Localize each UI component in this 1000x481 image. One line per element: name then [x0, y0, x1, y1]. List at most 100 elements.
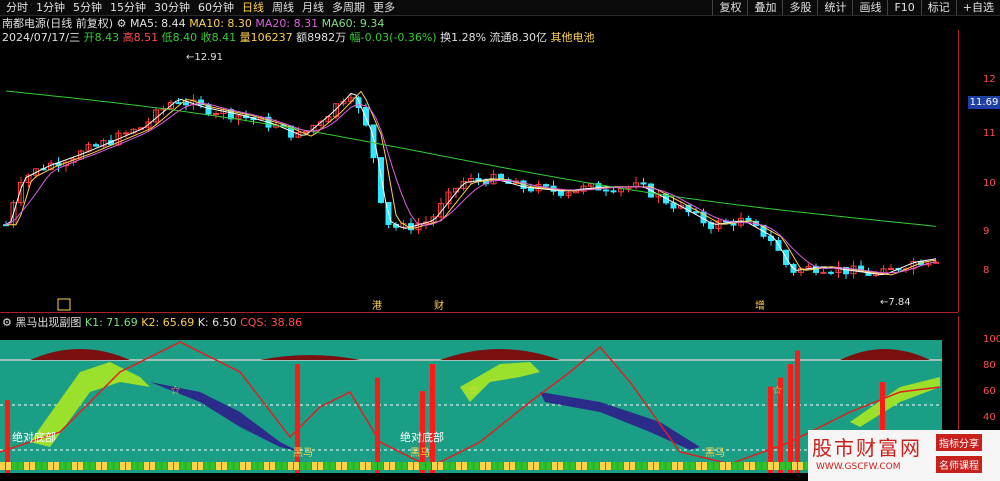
btn-f10[interactable]: F10	[887, 0, 920, 15]
bottom-strip	[720, 462, 725, 470]
bottom-strip	[108, 462, 113, 470]
bottom-strip	[150, 462, 155, 470]
bottom-label-2: 绝对底部	[400, 430, 444, 444]
pane-divider[interactable]	[0, 312, 958, 313]
candle-body	[820, 271, 827, 274]
tab-period-4[interactable]: 30分钟	[150, 0, 194, 15]
ind-tick-100: 100	[983, 334, 1000, 345]
bottom-strip	[654, 462, 659, 470]
btn-duogu[interactable]: 多股	[782, 0, 817, 15]
bottom-strip	[456, 462, 461, 470]
btn-zixuan[interactable]: +自选	[955, 0, 1000, 15]
tab-period-8[interactable]: 月线	[298, 0, 328, 15]
candle-body	[123, 132, 129, 135]
bottom-strip	[534, 462, 539, 470]
bottom-label-1: 绝对底部	[12, 430, 56, 444]
bottom-strip	[402, 462, 407, 470]
btn-huaxian[interactable]: 画线	[852, 0, 887, 15]
signal-bar	[375, 377, 380, 473]
indicator-k: K: 6.50	[197, 316, 237, 329]
bottom-strip	[342, 462, 347, 470]
btn-biaoji[interactable]: 标记	[920, 0, 956, 15]
bottom-strip	[36, 462, 41, 470]
bottom-strip	[684, 462, 689, 470]
ma-legend: 南都电源(日线 前复权) ⚙ MA5: 8.44 MA10: 8.30 MA20…	[2, 17, 384, 31]
bottom-strip	[174, 462, 179, 470]
bottom-strip	[576, 462, 581, 470]
tab-period-9[interactable]: 多周期	[328, 0, 369, 15]
signal-label: 黑马	[293, 447, 313, 459]
signal-bar	[795, 350, 800, 473]
candle-body	[355, 97, 362, 108]
candle-body	[303, 131, 309, 134]
tab-period-5[interactable]: 60分钟	[194, 0, 238, 15]
candle-body	[693, 211, 699, 214]
bottom-strip	[120, 462, 125, 470]
candle-body	[370, 124, 377, 159]
bottom-strip	[396, 462, 401, 470]
candle-body	[183, 102, 189, 106]
bottom-strip	[330, 462, 335, 470]
bottom-strip	[624, 462, 629, 470]
bottom-strip	[582, 462, 587, 470]
indicator-name[interactable]: 黑马出现副图	[15, 316, 81, 329]
bottom-strip	[798, 462, 803, 470]
bottom-strip	[78, 462, 83, 470]
bottom-strip	[270, 462, 275, 470]
settings-icon[interactable]: ⚙	[117, 17, 127, 30]
bottom-strip	[12, 462, 17, 470]
bottom-strip	[786, 462, 791, 470]
watermark-logo: 股市财富网 WWW.GSCFW.COM 指标分享 名师课程	[808, 430, 1000, 481]
candlestick-chart[interactable]: ←12.91 ←7.84 港 财 增	[0, 46, 958, 312]
bottom-strip	[570, 462, 575, 470]
bottom-strip	[708, 462, 713, 470]
indicator-k1: K1: 71.69	[84, 316, 138, 329]
current-price-box: 11.69	[968, 96, 1000, 109]
candle-body	[610, 190, 617, 193]
bottom-strip	[324, 462, 329, 470]
btn-tongji[interactable]: 统计	[817, 0, 852, 15]
bottom-strip	[642, 462, 647, 470]
bottom-strip	[384, 462, 389, 470]
tab-period-3[interactable]: 15分钟	[106, 0, 150, 15]
watermark-title: 股市财富网	[812, 436, 922, 460]
indicator-settings-icon[interactable]: ⚙	[2, 316, 12, 329]
bottom-strip	[102, 462, 107, 470]
tab-period-10[interactable]: 更多	[369, 0, 399, 15]
bottom-strip	[474, 462, 479, 470]
bottom-strip	[42, 462, 47, 470]
bottom-strip	[714, 462, 719, 470]
bottom-strip	[222, 462, 227, 470]
star-icon: ☆	[772, 383, 783, 397]
tab-period-1[interactable]: 1分钟	[32, 0, 69, 15]
quote-change: 幅-0.03(-0.36%)	[349, 31, 437, 44]
candle-body	[543, 184, 549, 187]
bottom-strip	[630, 462, 635, 470]
tab-period-0[interactable]: 分时	[2, 0, 32, 15]
bottom-strip	[516, 462, 521, 470]
quote-sector[interactable]: 其他电池	[551, 31, 595, 44]
bottom-strip	[762, 462, 767, 470]
star-icon: ☆	[170, 383, 181, 397]
bottom-strip	[756, 462, 761, 470]
bottom-strip	[348, 462, 353, 470]
bottom-strip	[588, 462, 593, 470]
event-tag-zeng: 增	[755, 299, 765, 312]
tab-period-2[interactable]: 5分钟	[69, 0, 106, 15]
bottom-strip	[486, 462, 491, 470]
watermark-url: WWW.GSCFW.COM	[816, 462, 901, 472]
bottom-strip	[792, 462, 797, 470]
bottom-strip	[0, 462, 5, 470]
btn-diejia[interactable]: 叠加	[747, 0, 782, 15]
bottom-strip	[774, 462, 779, 470]
bottom-strip	[6, 462, 11, 470]
tab-period-7[interactable]: 周线	[268, 0, 298, 15]
tab-period-6[interactable]: 日线	[238, 0, 268, 15]
bottom-strip	[144, 462, 149, 470]
bottom-strip	[600, 462, 605, 470]
bottom-strip	[678, 462, 683, 470]
bottom-strip	[84, 462, 89, 470]
bottom-strip	[264, 462, 269, 470]
btn-fuquan[interactable]: 复权	[712, 0, 747, 15]
ma5-label: MA5: 8.44	[129, 17, 186, 30]
